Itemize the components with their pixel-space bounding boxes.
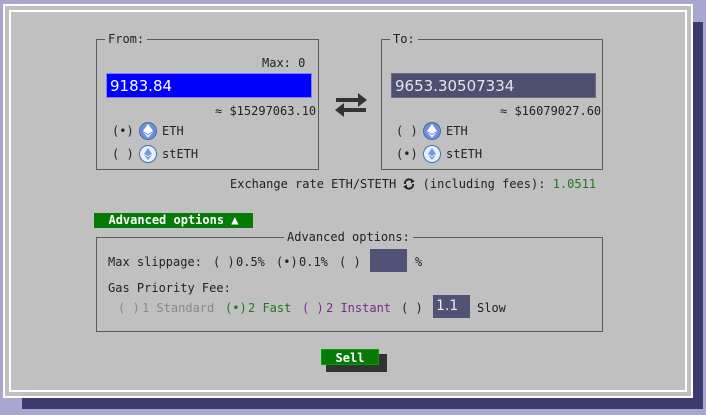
swap-direction-icon[interactable]: [334, 93, 368, 120]
gas-radio-custom[interactable]: ( ): [401, 301, 423, 315]
gas-radio-standard[interactable]: ( ): [118, 301, 140, 315]
from-amount-input[interactable]: 9183.84: [106, 73, 312, 98]
to-usd-value: ≈ $16079027.60: [500, 104, 602, 118]
exchange-rate-line: Exchange rate ETH/STETH (including fees)…: [230, 177, 596, 193]
slippage-custom-input[interactable]: [370, 249, 407, 272]
advanced-options-legend: Advanced options:: [287, 230, 410, 244]
steth-icon: [423, 145, 441, 163]
from-legend: From:: [108, 32, 145, 46]
slippage-percent-unit: %: [415, 255, 423, 269]
to-label-eth[interactable]: ETH: [446, 124, 468, 138]
exchange-rate-suffix: (including fees):: [422, 177, 546, 191]
slippage-radio-0-5[interactable]: ( ): [213, 255, 235, 269]
gas-priority-fee-label: Gas Priority Fee:: [108, 281, 231, 295]
gas-radio-fast[interactable]: (•): [225, 301, 247, 315]
to-amount-output[interactable]: 9653.30507334: [391, 73, 596, 98]
to-radio-eth[interactable]: ( ): [396, 124, 418, 138]
gas-radio-instant[interactable]: ( ): [302, 301, 324, 315]
exchange-rate-value: 1.0511: [552, 177, 597, 191]
slippage-label-0-5[interactable]: 0.5%: [236, 255, 265, 269]
refresh-icon[interactable]: [403, 178, 416, 193]
gas-label-fast[interactable]: 2 Fast: [248, 301, 291, 315]
slippage-radio-custom[interactable]: ( ): [339, 255, 361, 269]
slippage-label-0-1[interactable]: 0.1%: [299, 255, 328, 269]
gas-label-instant[interactable]: 2 Instant: [326, 301, 391, 315]
to-radio-steth[interactable]: (•): [396, 147, 418, 161]
from-label-eth[interactable]: ETH: [162, 124, 184, 138]
eth-icon: [139, 122, 157, 140]
gas-custom-speed-label: Slow: [477, 301, 506, 315]
to-label-steth[interactable]: stETH: [446, 147, 482, 161]
eth-icon: [423, 122, 441, 140]
max-slippage-label: Max slippage:: [108, 255, 202, 269]
gas-custom-input[interactable]: 1.1: [433, 295, 470, 318]
exchange-rate-prefix: Exchange rate ETH/STETH: [230, 177, 397, 191]
from-usd-value: ≈ $15297063.10: [215, 104, 317, 118]
from-label-steth[interactable]: stETH: [162, 147, 198, 161]
gas-label-standard[interactable]: 1 Standard: [142, 301, 214, 315]
from-radio-steth[interactable]: ( ): [112, 147, 134, 161]
from-max-label: Max: 0: [262, 56, 306, 70]
to-legend: To:: [393, 32, 415, 46]
from-radio-eth[interactable]: (•): [112, 124, 134, 138]
sell-button[interactable]: Sell: [321, 349, 379, 365]
slippage-radio-0-1[interactable]: (•): [276, 255, 298, 269]
advanced-options-toggle-button[interactable]: Advanced options ▲: [94, 213, 253, 228]
steth-icon: [139, 145, 157, 163]
